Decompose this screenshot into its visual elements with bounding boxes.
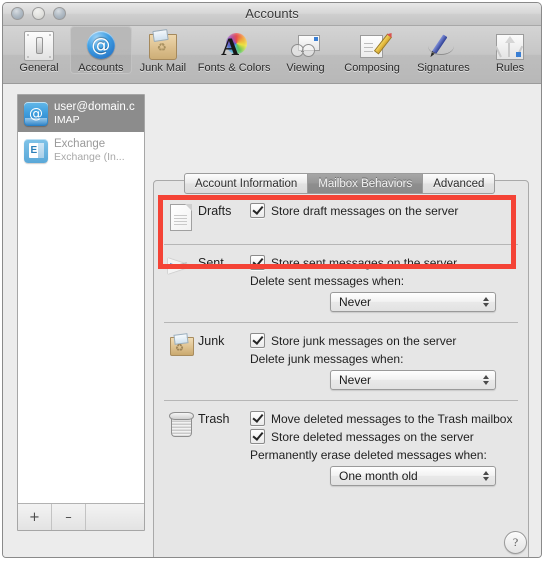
drafts-title: Drafts [198,204,232,218]
junk-section: ♻ Junk Store junk messages on the server… [154,323,528,400]
exchange-account-icon: E [24,138,48,163]
footer-spacer [86,504,144,530]
trash-store-row[interactable]: Store deleted messages on the server [250,429,514,444]
account-name: Exchange [54,138,106,150]
mailbox-behaviors-panel: Drafts Store draft messages on the serve… [153,180,529,557]
drafts-store-row[interactable]: Store draft messages on the server [250,203,514,218]
accounts-sidebar: @ user@domain.c IMAP E Exchange Exchange… [17,94,145,531]
chevron-updown-icon [482,469,491,483]
toolbar-item-fonts-colors[interactable]: A Fonts & Colors [194,26,275,74]
junk-delete-popup[interactable]: Never [330,370,496,390]
tab-mailbox-behaviors[interactable]: Mailbox Behaviors [308,173,424,194]
signatures-icon [427,29,459,61]
junk-store-checkbox[interactable] [250,333,265,348]
drafts-document-icon [164,203,198,231]
toolbar-item-signatures[interactable]: Signatures [408,26,479,74]
toolbar-item-rules[interactable]: Rules [479,26,541,74]
toolbar-label-accounts: Accounts [78,62,124,74]
trash-title: Trash [198,412,230,426]
mail-account-icon: @ [24,101,48,126]
toolbar-label-fonts-colors: Fonts & Colors [197,62,271,74]
trash-can-icon [164,411,198,437]
junk-store-label: Store junk messages on the server [271,333,457,348]
trash-erase-popup[interactable]: One month old [330,466,496,486]
junk-mail-icon: ♻ [147,29,179,61]
toolbar-label-composing: Composing [344,62,400,74]
sent-delete-popup[interactable]: Never [330,292,496,312]
accounts-preferences-window: Accounts General @ Accounts ♻ Junk Mail [2,2,542,558]
junk-store-row[interactable]: Store junk messages on the server [250,333,514,348]
preferences-toolbar: General @ Accounts ♻ Junk Mail A Fonts &… [3,26,541,84]
sent-paper-plane-icon [164,255,198,276]
rules-icon [494,29,526,61]
toolbar-label-general: General [19,62,59,74]
sent-title: Sent [198,256,224,270]
sent-delete-value: Never [339,295,372,309]
composing-icon [356,29,393,61]
sent-store-label: Store sent messages on the server [271,255,458,270]
junk-bag-icon: ♻ [164,333,198,356]
sent-store-row[interactable]: Store sent messages on the server [250,255,514,270]
junk-delete-label: Delete junk messages when: [250,352,404,366]
accounts-list-footer: + – [18,503,144,530]
drafts-store-label: Store draft messages on the server [271,203,459,218]
junk-delete-value: Never [339,373,372,387]
sent-section: Sent Store sent messages on the server D… [154,245,528,322]
toolbar-item-junk-mail[interactable]: ♻ Junk Mail [132,26,194,74]
tab-account-information[interactable]: Account Information [184,173,309,194]
panel-tabbar: Account Information Mailbox Behaviors Ad… [184,173,496,194]
trash-store-checkbox[interactable] [250,429,265,444]
account-name: user@domain.c [54,101,135,113]
help-button[interactable]: ? [504,531,527,554]
general-icon [23,29,55,61]
account-row-exchange[interactable]: E Exchange Exchange (In... [18,132,144,169]
junk-title: Junk [198,334,225,348]
trash-section: Trash Move deleted messages to the Trash… [154,401,528,496]
trash-move-checkbox[interactable] [250,411,265,426]
accounts-list: @ user@domain.c IMAP E Exchange Exchange… [18,95,144,503]
remove-account-button[interactable]: – [52,504,86,530]
toolbar-label-rules: Rules [495,62,525,74]
toolbar-label-viewing: Viewing [286,62,325,74]
account-type: IMAP [54,114,80,126]
toolbar-label-junk-mail: Junk Mail [139,62,187,74]
tab-advanced[interactable]: Advanced [423,173,496,194]
chevron-updown-icon [482,295,491,309]
drafts-store-checkbox[interactable] [250,203,265,218]
preferences-content: @ user@domain.c IMAP E Exchange Exchange… [3,84,541,557]
sent-store-checkbox[interactable] [250,255,265,270]
add-account-button[interactable]: + [18,504,52,530]
trash-erase-value: One month old [339,469,418,483]
toolbar-item-general[interactable]: General [8,26,70,74]
trash-erase-label: Permanently erase deleted messages when: [250,448,487,462]
sent-delete-label: Delete sent messages when: [250,274,405,288]
account-row-imap[interactable]: @ user@domain.c IMAP [18,95,144,132]
fonts-colors-icon: A [218,29,250,61]
trash-move-row[interactable]: Move deleted messages to the Trash mailb… [250,411,514,426]
accounts-icon: @ [85,29,117,61]
account-type: Exchange (In... [54,151,125,163]
chevron-updown-icon [482,373,491,387]
window-title: Accounts [245,6,299,21]
toolbar-item-composing[interactable]: Composing [336,26,407,74]
viewing-icon [289,29,321,61]
trash-store-label: Store deleted messages on the server [271,429,474,444]
toolbar-item-viewing[interactable]: Viewing [275,26,337,74]
toolbar-item-accounts[interactable]: @ Accounts [69,26,132,74]
trash-move-label: Move deleted messages to the Trash mailb… [271,411,513,426]
window-titlebar: Accounts [3,3,541,26]
toolbar-label-signatures: Signatures [417,62,470,74]
